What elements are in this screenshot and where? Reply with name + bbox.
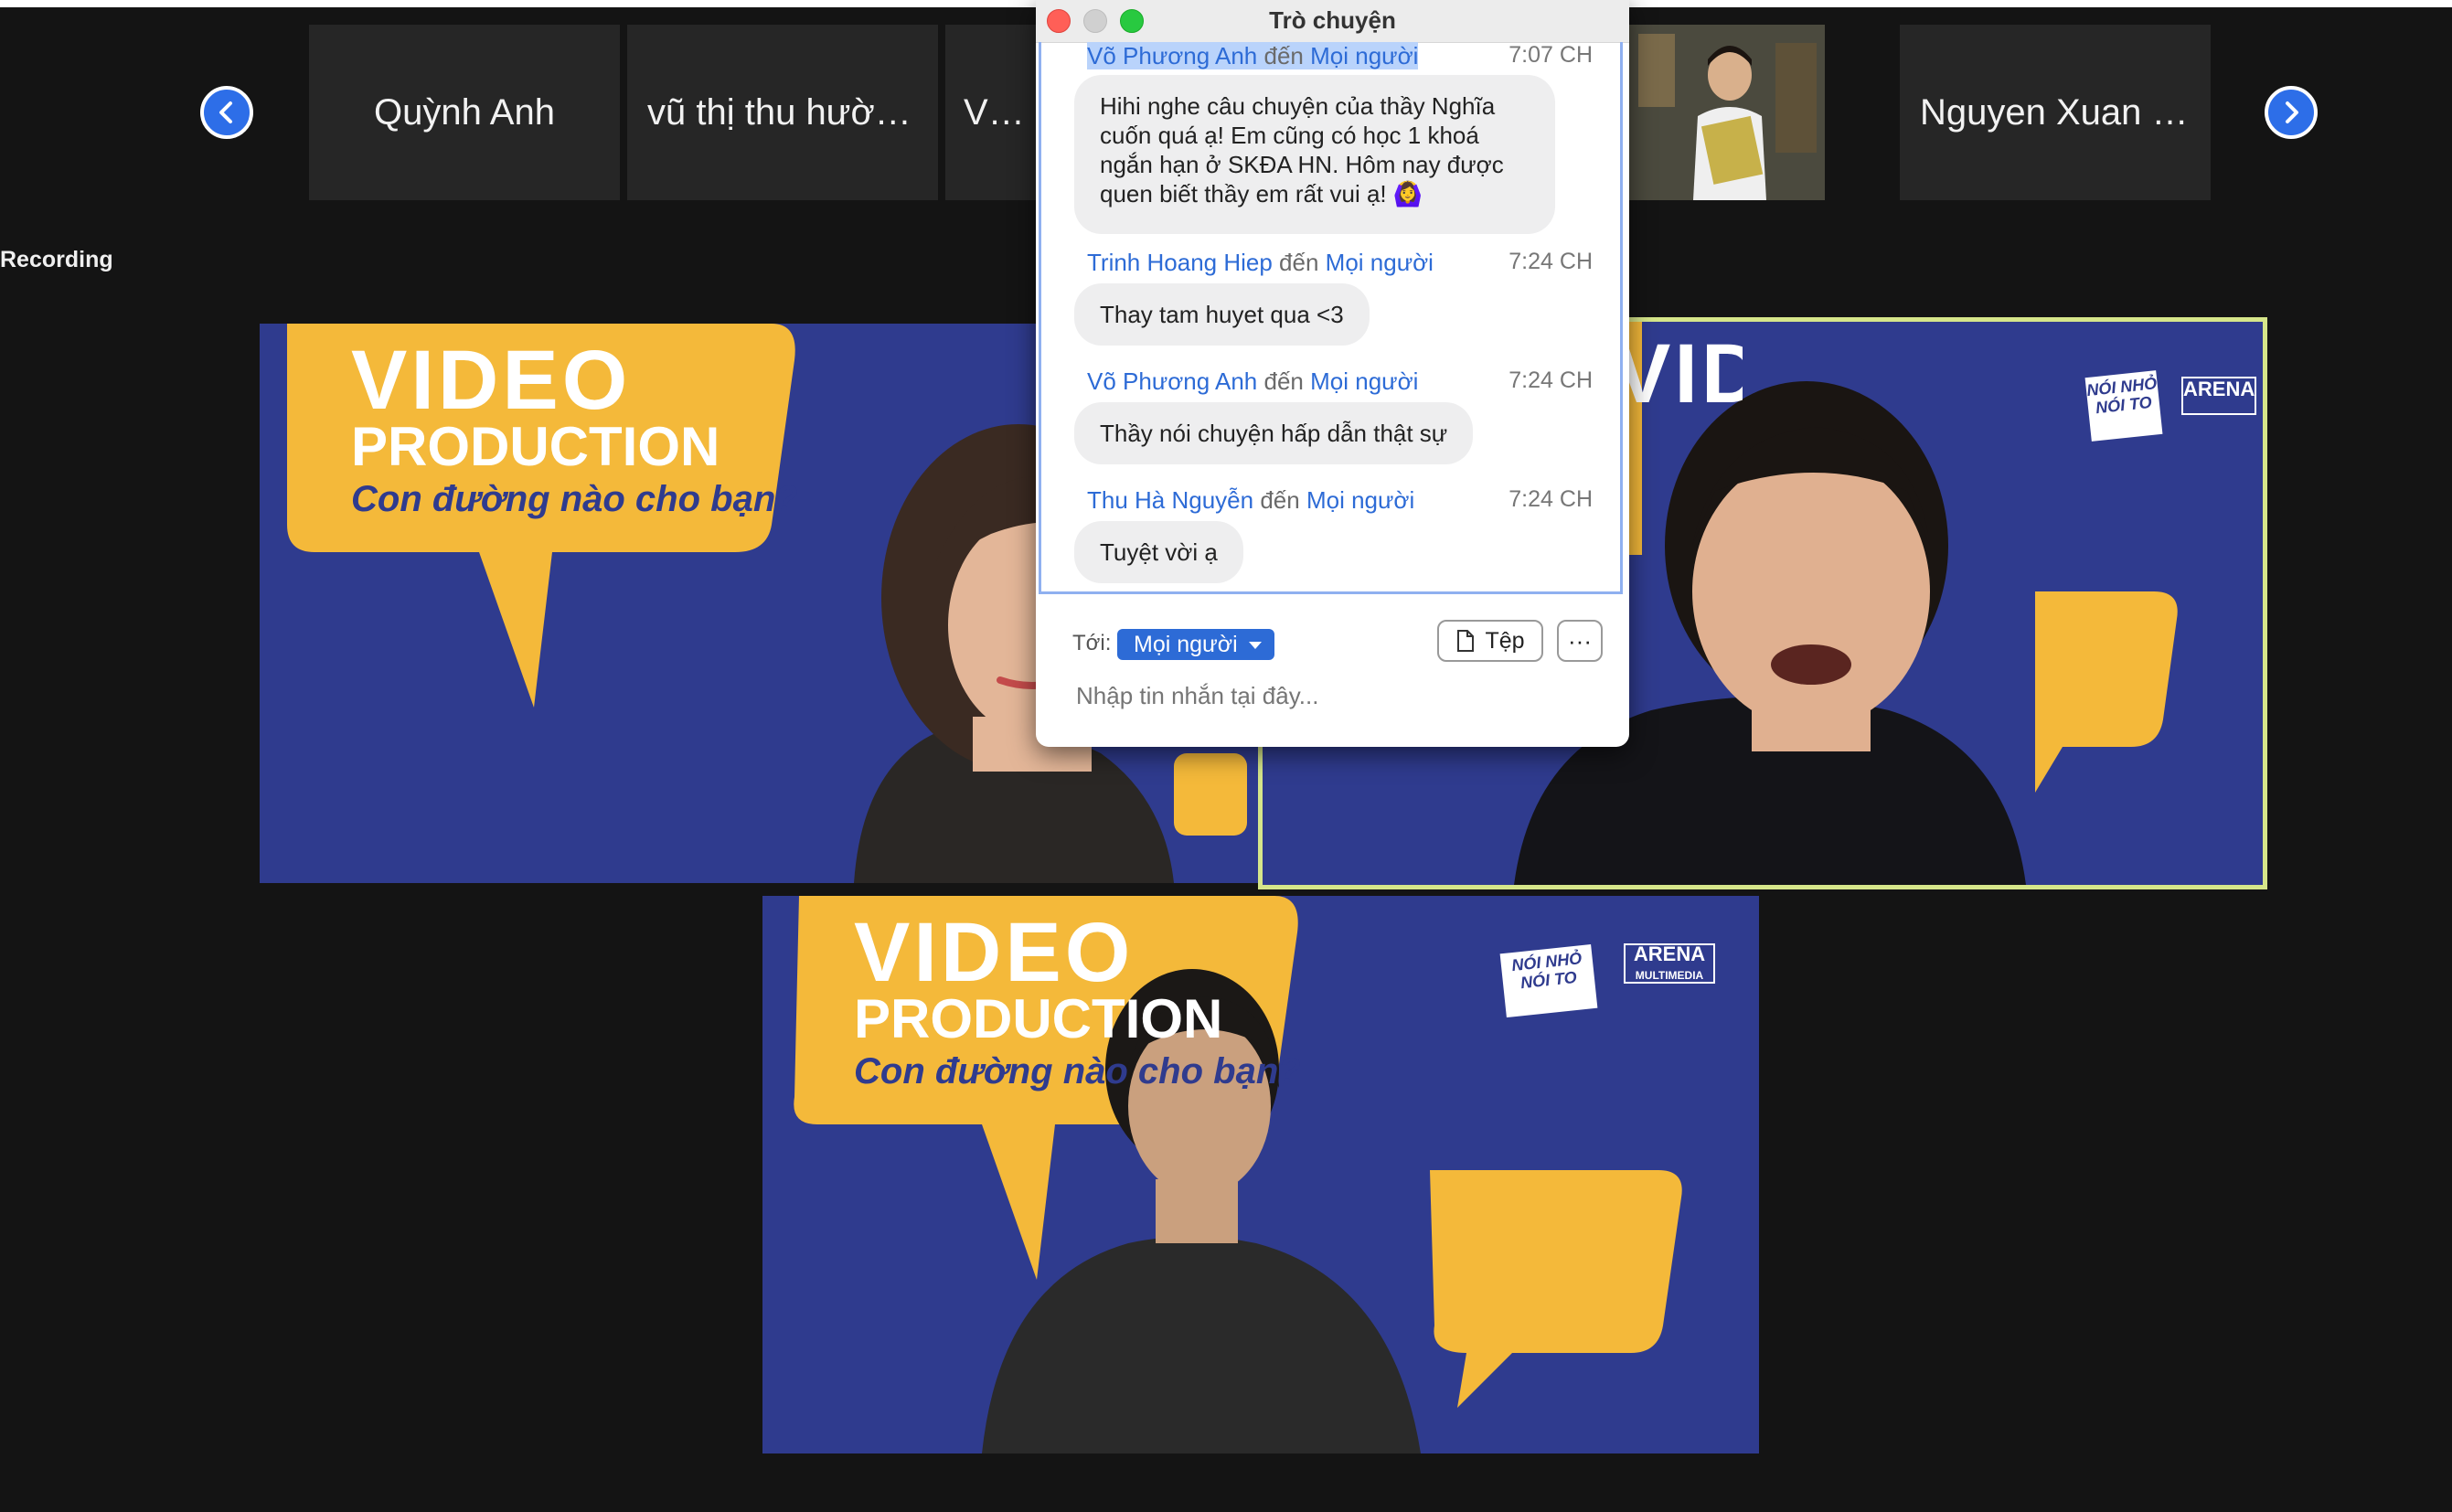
- recipient-name[interactable]: Mọi người: [1326, 249, 1434, 276]
- logo-text: NÓI NHỎ NÓI TO: [1510, 949, 1583, 993]
- message-header: Trinh Hoang Hiep đến Mọi người: [1087, 249, 1434, 277]
- arena-logo: ARENA MULTIMEDIA: [1624, 943, 1715, 984]
- message-bubble[interactable]: Hihi nghe câu chuyện của thầy Nghĩa cuốn…: [1074, 75, 1555, 234]
- noinho-logo: NÓI NHỎ NÓI TO: [1499, 943, 1598, 1018]
- next-page-button[interactable]: [2265, 86, 2318, 139]
- chat-title: Trò chuyện: [1269, 6, 1396, 34]
- participant-thumbnail[interactable]: VŨ T: [945, 25, 1046, 200]
- participant-thumbnail[interactable]: vũ thị thu hườn...: [627, 25, 938, 200]
- participant-name: Nguyen Xuan B...: [1920, 91, 2207, 133]
- to-word: đến: [1260, 486, 1300, 514]
- more-options-icon: ···: [1568, 626, 1592, 655]
- recipient-name[interactable]: Mọi người: [1306, 486, 1414, 514]
- participant-thumbnail[interactable]: Quỳnh Anh: [309, 25, 620, 200]
- recipient-name[interactable]: Mọi người: [1310, 42, 1419, 69]
- chevron-left-icon: [219, 101, 232, 123]
- banner-subtitle: PRODUCTION: [854, 988, 1223, 1049]
- message-time: 7:24 CH: [1509, 249, 1593, 274]
- message-header: Thu Hà Nguyễn đến Mọi người: [1087, 486, 1414, 515]
- arena-logo-subtext: MULTIMEDIA: [1635, 969, 1704, 982]
- participant-name: Quỳnh Anh: [374, 91, 555, 133]
- chat-message-input[interactable]: [1074, 681, 1590, 711]
- sender-name[interactable]: Thu Hà Nguyễn: [1087, 486, 1253, 514]
- banner-subtitle: PRODUCTION: [351, 416, 720, 477]
- participant-thumbnail[interactable]: Nguyen Xuan B...: [1900, 25, 2211, 200]
- chat-messages[interactable]: Võ Phương Anh đến Mọi người 7:07 CH Hihi…: [1039, 42, 1623, 594]
- message-header: Võ Phương Anh đến Mọi người: [1087, 42, 1419, 70]
- document-icon: [1457, 630, 1475, 652]
- arena-logo-text: ARENA: [1633, 942, 1706, 965]
- noinho-logo: NÓI NHỎ NÓI TO: [2084, 370, 2163, 442]
- recipient-name[interactable]: Mọi người: [1310, 367, 1418, 395]
- video-tile[interactable]: VIDEO PRODUCTION Con đường nào cho bạn? …: [762, 896, 1759, 1453]
- arena-logo-text: ARENA: [2183, 378, 2255, 400]
- to-word: đến: [1279, 249, 1319, 276]
- participant-thumbnail-video[interactable]: [1629, 25, 1825, 200]
- message-bubble[interactable]: Tuyệt vời ạ: [1074, 521, 1243, 583]
- participant-photo: [1629, 25, 1825, 200]
- banner-tagline: Con đường nào cho bạn?: [351, 479, 798, 519]
- message-time: 7:24 CH: [1509, 486, 1593, 512]
- recipient-dropdown[interactable]: Mọi người: [1117, 629, 1274, 660]
- file-button-label: Tệp: [1485, 627, 1525, 654]
- sender-name[interactable]: Võ Phương Anh: [1087, 367, 1257, 395]
- message-bubble[interactable]: Thầy nói chuyện hấp dẫn thật sự: [1074, 402, 1474, 464]
- arena-logo: ARENA: [2181, 377, 2256, 415]
- banner-title: VIDEO: [1615, 327, 1743, 421]
- recipient-label: Tới:: [1072, 631, 1112, 655]
- message-header: Võ Phương Anh đến Mọi người: [1087, 367, 1418, 396]
- previous-page-button[interactable]: [200, 86, 253, 139]
- chevron-right-icon: [2286, 101, 2298, 123]
- participant-name: vũ thị thu hườn...: [647, 91, 926, 133]
- banner-title-partial: VIDEO: [1615, 326, 1743, 422]
- sender-name[interactable]: Trinh Hoang Hiep: [1087, 249, 1273, 276]
- more-options-button[interactable]: ···: [1557, 620, 1603, 662]
- message-time: 7:24 CH: [1509, 367, 1593, 393]
- message-bubble[interactable]: Thay tam huyet qua <3: [1074, 283, 1370, 346]
- participant-name: VŨ T: [964, 91, 1046, 133]
- to-word: đến: [1263, 42, 1304, 69]
- chat-titlebar[interactable]: Trò chuyện: [1036, 0, 1629, 43]
- chat-window[interactable]: Trò chuyện Võ Phương Anh đến Mọi người 7…: [1036, 0, 1629, 747]
- to-word: đến: [1263, 367, 1304, 395]
- banner-tagline: Con đường nào cho bạn?: [854, 1051, 1301, 1091]
- recording-indicator: Recording: [0, 247, 113, 272]
- recipient-dropdown-value: Mọi người: [1134, 632, 1238, 657]
- caret-down-icon: [1248, 642, 1262, 649]
- logo-text: NÓI NHỎ NÓI TO: [2085, 374, 2159, 418]
- sender-name[interactable]: Võ Phương Anh: [1087, 42, 1258, 69]
- file-button[interactable]: Tệp: [1437, 620, 1543, 662]
- message-time: 7:07 CH: [1509, 42, 1593, 68]
